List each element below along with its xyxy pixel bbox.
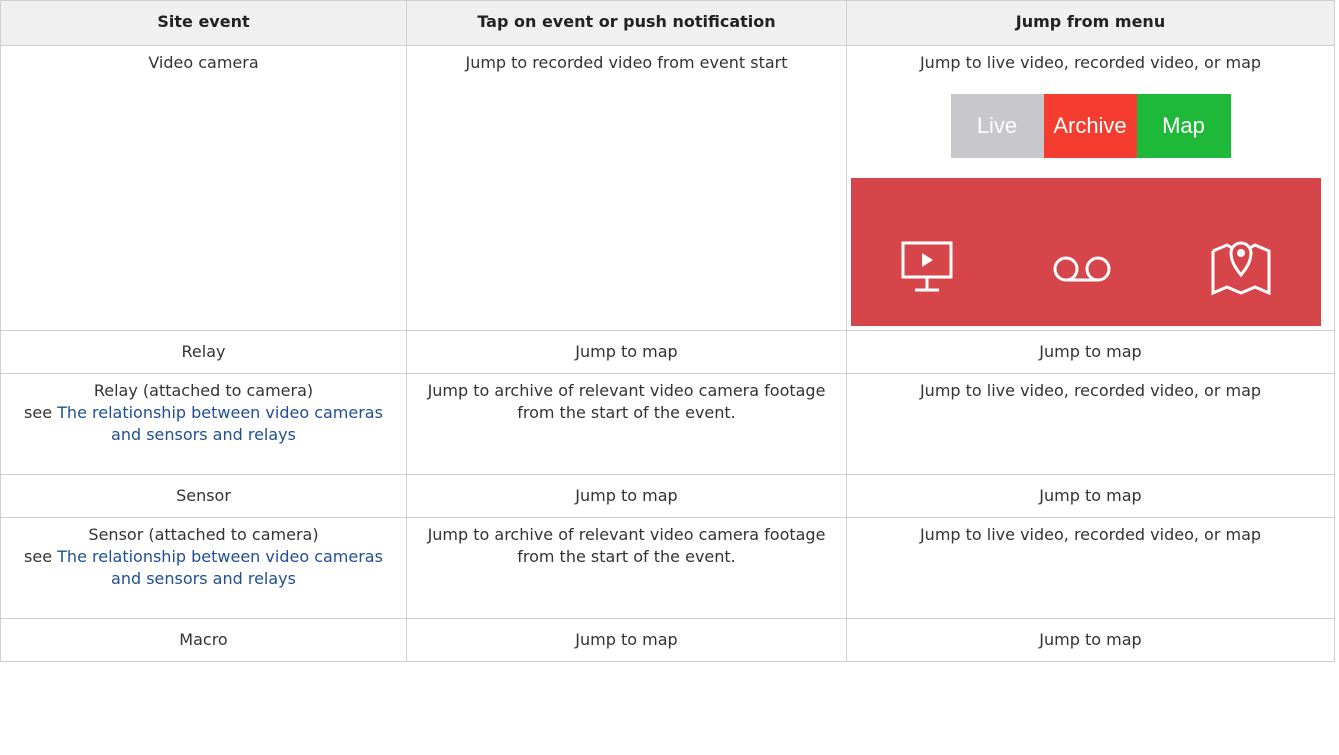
cell-event: Relay [0, 330, 407, 374]
cell-tap: Jump to map [406, 330, 847, 374]
table-row: Sensor (attached to camera) see The rela… [0, 517, 1335, 619]
cell-event: Relay (attached to camera) see The relat… [0, 373, 407, 475]
cell-menu-text: Jump to live video, recorded video, or m… [919, 53, 1262, 72]
cell-event: Sensor (attached to camera) see The rela… [0, 517, 407, 619]
cell-menu: Jump to live video, recorded video, or m… [846, 373, 1335, 475]
relationship-link[interactable]: The relationship between video cameras a… [57, 547, 383, 588]
relationship-link[interactable]: The relationship between video cameras a… [57, 403, 383, 444]
cell-event-text: Relay (attached to camera) [93, 381, 314, 400]
see-line: see The relationship between video camer… [11, 402, 396, 446]
cell-menu: Jump to live video, recorded video, or m… [846, 517, 1335, 619]
segmented-control: Live Archive Map [950, 94, 1231, 158]
event-actions-table: Site event Tap on event or push notifica… [0, 0, 1335, 662]
see-line: see The relationship between video camer… [11, 546, 396, 590]
table-row: Sensor Jump to map Jump to map [0, 474, 1335, 518]
cell-event: Video camera [0, 45, 407, 331]
voicemail-archive-icon [1046, 235, 1118, 299]
segment-archive: Archive [1043, 94, 1137, 158]
see-text: see [24, 403, 53, 422]
map-pin-icon [1205, 231, 1277, 303]
cell-menu: Jump to live video, recorded video, or m… [846, 45, 1335, 331]
cell-menu: Jump to map [846, 474, 1335, 518]
monitor-play-icon [895, 235, 959, 299]
cell-tap: Jump to archive of relevant video camera… [406, 373, 847, 475]
table-row: Macro Jump to map Jump to map [0, 618, 1335, 662]
cell-tap: Jump to recorded video from event start [406, 45, 847, 331]
cell-tap: Jump to map [406, 618, 847, 662]
segment-map: Map [1136, 94, 1231, 158]
header-jump-menu: Jump from menu [846, 0, 1335, 46]
see-text: see [24, 547, 53, 566]
cell-tap: Jump to archive of relevant video camera… [406, 517, 847, 619]
cell-event: Sensor [0, 474, 407, 518]
table-header-row: Site event Tap on event or push notifica… [0, 0, 1335, 46]
table-row: Relay Jump to map Jump to map [0, 330, 1335, 374]
cell-tap: Jump to map [406, 474, 847, 518]
table-row: Video camera Jump to recorded video from… [0, 45, 1335, 331]
cell-menu: Jump to map [846, 618, 1335, 662]
table-row: Relay (attached to camera) see The relat… [0, 373, 1335, 475]
cell-event: Macro [0, 618, 407, 662]
cell-menu: Jump to map [846, 330, 1335, 374]
cell-event-text: Sensor (attached to camera) [88, 525, 319, 544]
header-site-event: Site event [0, 0, 407, 46]
action-icon-bar [851, 178, 1321, 326]
segment-live: Live [950, 94, 1044, 158]
header-tap-event: Tap on event or push notification [406, 0, 847, 46]
